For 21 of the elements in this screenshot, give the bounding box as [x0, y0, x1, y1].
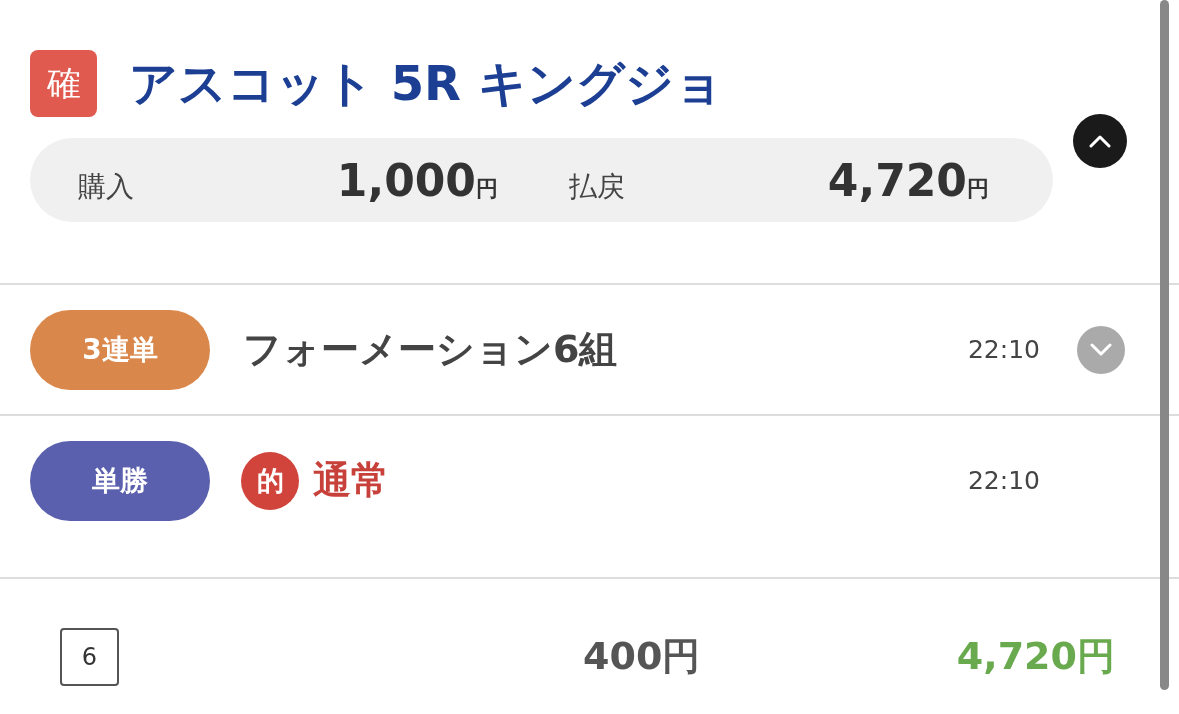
- bet-description: 通常: [313, 457, 390, 504]
- stake-amount: 400円: [583, 633, 701, 680]
- summary-label: 払戻: [569, 168, 625, 205]
- bet-time: 22:10: [967, 466, 1040, 495]
- collapse-button[interactable]: [1073, 114, 1127, 168]
- bet-type-tag: 3連単: [30, 309, 210, 390]
- payout-amount: 4,720円: [956, 633, 1115, 680]
- horse-number: 6: [60, 627, 119, 686]
- bet-description: フォーメーション6組: [243, 326, 619, 373]
- chevron-icon: [1089, 134, 1111, 148]
- summary-label: 購入: [78, 168, 134, 205]
- bet-type-tag: 単勝: [30, 440, 210, 521]
- chevron-icon: [1090, 342, 1112, 357]
- race-title: アスコット 5R キングジョ: [129, 53, 723, 113]
- status-badge: 確: [30, 50, 97, 117]
- summary-amount: 4,720円: [827, 154, 989, 206]
- summary-amount: 1,000円: [336, 154, 498, 206]
- hit-badge: 的: [241, 451, 299, 510]
- bet-time: 22:10: [967, 335, 1040, 364]
- scrollbar[interactable]: [1160, 0, 1169, 690]
- expand-button[interactable]: [1077, 325, 1125, 374]
